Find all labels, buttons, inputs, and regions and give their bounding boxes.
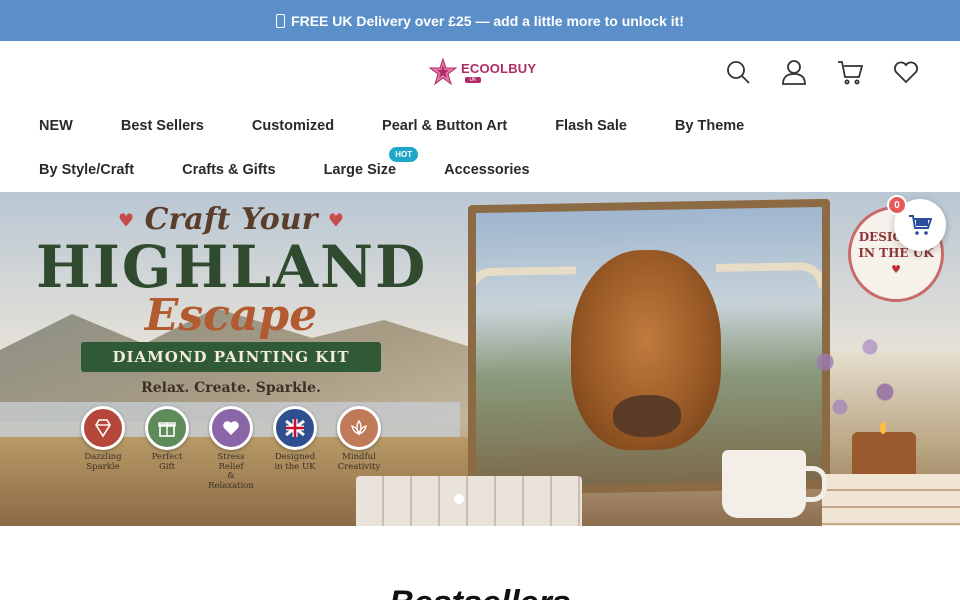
badge-label: Creativity bbox=[337, 461, 381, 472]
cow-horn-right bbox=[716, 261, 822, 290]
nav-row-1: NEW Best Sellers Customized Pearl & Butt… bbox=[39, 118, 792, 134]
nav-item-new[interactable]: NEW bbox=[39, 118, 73, 134]
floating-cart-button[interactable]: 0 bbox=[887, 195, 946, 251]
slider-dot[interactable] bbox=[454, 494, 464, 504]
badge-label: Perfect bbox=[151, 451, 183, 462]
candle-image bbox=[852, 422, 916, 478]
hero-tagline: Relax. Create. Sparkle. bbox=[141, 379, 321, 396]
announcement-text: FREE UK Delivery over £25 — add a little… bbox=[291, 12, 684, 29]
logo-text: ECOOLBUY bbox=[461, 60, 537, 76]
heart-icon: ♥ bbox=[327, 210, 344, 232]
badge-designed-uk: Designed in the UK bbox=[270, 405, 320, 492]
diamond-icon bbox=[81, 405, 125, 450]
site-header: ECOOLBUY UK bbox=[0, 41, 960, 104]
wishlist-icon[interactable] bbox=[892, 57, 920, 87]
badge-stress-relief: Stress Relief & Relaxation bbox=[206, 405, 256, 492]
cart-count-badge: 0 bbox=[887, 195, 907, 215]
nav-item-large-size-label: Large Size bbox=[323, 162, 397, 178]
nav-row-2: By Style/Craft Crafts & Gifts Large Size… bbox=[39, 147, 578, 178]
badge-label: Gift bbox=[158, 461, 176, 472]
cow-nose bbox=[613, 394, 681, 438]
nav-item-pearl-button-art[interactable]: Pearl & Button Art bbox=[382, 118, 507, 134]
gift-box-icon bbox=[145, 405, 189, 450]
badge-label: Sparkle bbox=[86, 461, 120, 472]
header-actions bbox=[724, 57, 920, 87]
badge-label: Designed bbox=[274, 451, 316, 462]
badge-label: Dazzling bbox=[84, 451, 122, 462]
nav-item-large-size[interactable]: Large Size HOT bbox=[323, 147, 419, 178]
mug-image bbox=[722, 450, 827, 518]
hero-craft: Craft Your bbox=[144, 202, 318, 237]
nav-item-by-theme[interactable]: By Theme bbox=[675, 118, 744, 134]
hero-banner[interactable]: DESIGNED IN THE UK ♥ ♥ Craft Your ♥ HIGH… bbox=[0, 192, 960, 526]
lotus-icon bbox=[337, 405, 381, 450]
badge-perfect-gift: Perfect Gift bbox=[142, 405, 192, 492]
badge-label: Stress Relief bbox=[217, 451, 245, 472]
account-icon[interactable] bbox=[780, 57, 808, 87]
hero-title: HIGHLAND bbox=[36, 233, 428, 301]
slider-dots bbox=[454, 494, 464, 504]
hot-badge: HOT bbox=[389, 147, 419, 162]
cow-horn-left bbox=[476, 266, 576, 295]
heart-icon: ♥ bbox=[118, 210, 135, 232]
cart-icon[interactable] bbox=[836, 57, 864, 87]
gift-icon bbox=[276, 13, 286, 28]
nav-item-accessories[interactable]: Accessories bbox=[444, 162, 529, 178]
nav-item-flash-sale[interactable]: Flash Sale bbox=[555, 118, 627, 134]
heather-flowers bbox=[780, 302, 930, 452]
cart-icon bbox=[909, 215, 932, 235]
logo-sub: UK bbox=[465, 76, 481, 83]
site-logo[interactable]: ECOOLBUY UK bbox=[428, 57, 536, 87]
union-jack-icon bbox=[273, 405, 317, 450]
badge-mindful-creativity: Mindful Creativity bbox=[334, 405, 384, 492]
main-nav: NEW Best Sellers Customized Pearl & Butt… bbox=[0, 104, 960, 192]
books-image bbox=[822, 474, 960, 526]
hero-badges: Dazzling Sparkle Perfect Gift Stress Relie… bbox=[36, 405, 426, 492]
announcement-bar: FREE UK Delivery over £25 — add a little… bbox=[0, 0, 960, 41]
heart-icon: ♥ bbox=[891, 263, 901, 277]
badge-label: Mindful bbox=[342, 451, 376, 462]
hero-ribbon: DIAMOND PAINTING KIT bbox=[81, 341, 381, 372]
nav-item-crafts-gifts[interactable]: Crafts & Gifts bbox=[182, 162, 275, 178]
hero-text: ♥ Craft Your ♥ HIGHLAND Escape DIAMOND P… bbox=[36, 202, 426, 492]
search-icon[interactable] bbox=[724, 57, 752, 87]
nav-item-customized[interactable]: Customized bbox=[252, 118, 334, 134]
badge-dazzling-sparkle: Dazzling Sparkle bbox=[78, 405, 128, 492]
section-title: Bestsellers bbox=[0, 584, 960, 600]
hero-craft-line: ♥ Craft Your ♥ bbox=[36, 202, 426, 237]
star-logo-icon bbox=[428, 57, 458, 86]
badge-label: & Relaxation bbox=[208, 471, 254, 492]
nav-item-by-style-craft[interactable]: By Style/Craft bbox=[39, 162, 134, 178]
nav-item-best-sellers[interactable]: Best Sellers bbox=[121, 118, 204, 134]
badge-label: in the UK bbox=[274, 461, 316, 472]
heart-icon bbox=[209, 405, 253, 450]
